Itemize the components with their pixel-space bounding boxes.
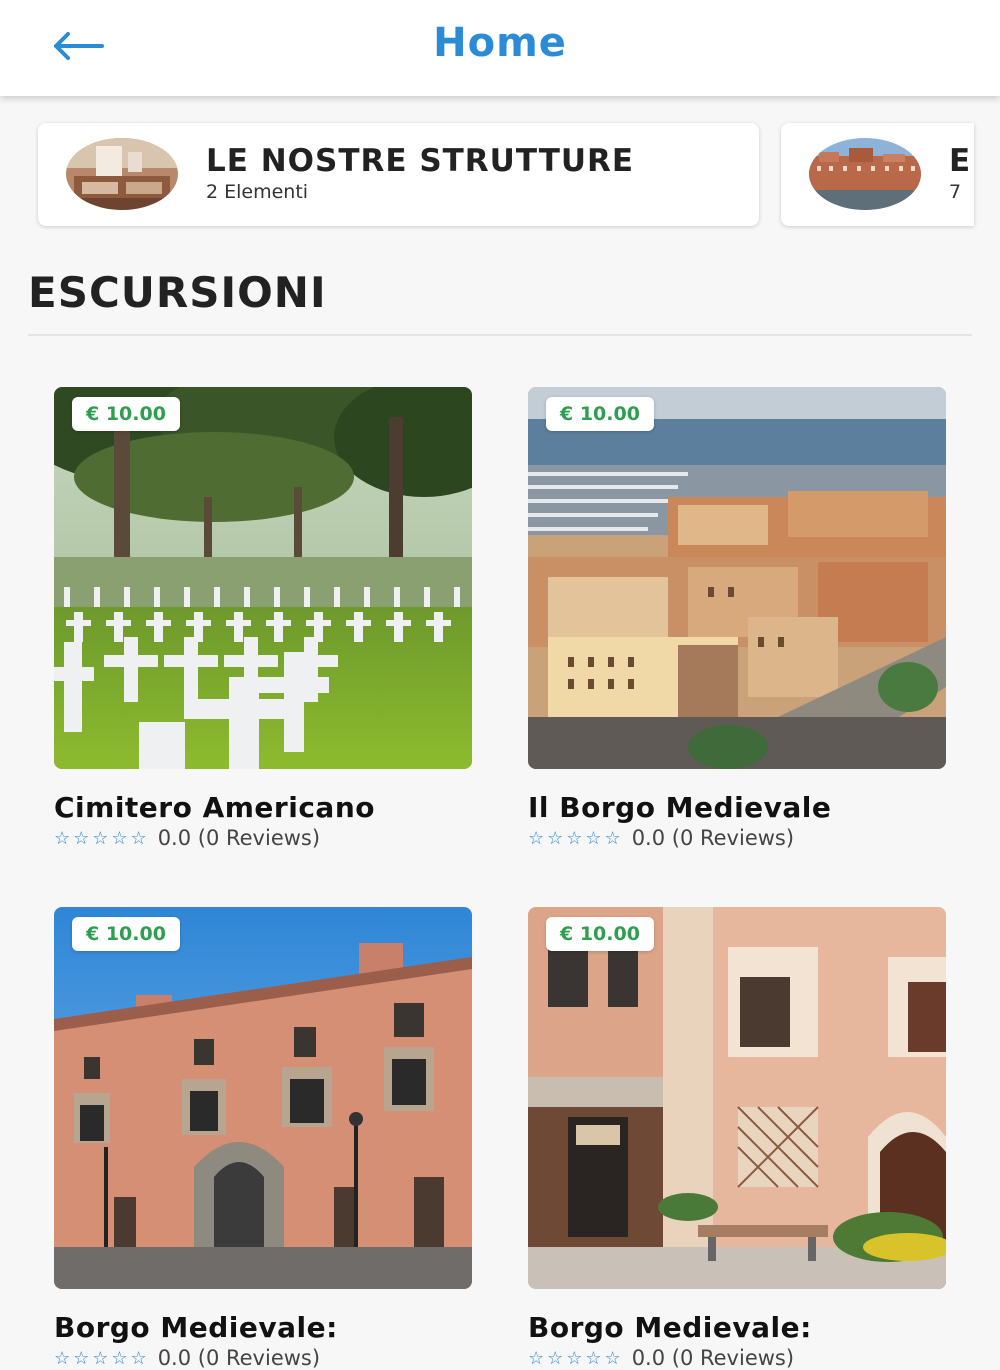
category-title: E: [949, 143, 972, 179]
price-badge: € 10.00: [546, 917, 654, 951]
tour-rating: ☆☆☆☆☆ 0.0 (0 Reviews): [54, 826, 472, 850]
price-badge: € 10.00: [72, 397, 180, 431]
section-divider: [28, 334, 972, 336]
star-rating-icon: ☆☆☆☆☆: [528, 1347, 624, 1369]
star-rating-icon: ☆☆☆☆☆: [528, 827, 624, 849]
tour-photo: € 10.00: [54, 907, 472, 1289]
rating-text: 0.0 (0 Reviews): [157, 1346, 321, 1370]
tour-name: Borgo Medievale:: [528, 1311, 812, 1344]
rating-text: 0.0 (0 Reviews): [631, 1346, 795, 1370]
category-thumbnail: [809, 138, 921, 210]
tour-photo: € 10.00: [528, 907, 946, 1289]
category-card-second[interactable]: E 7: [781, 123, 974, 226]
category-count: 2 Elementi: [206, 181, 309, 203]
tour-name: Borgo Medievale:: [54, 1311, 338, 1344]
tour-card[interactable]: € 10.00 Borgo Medievale: ☆☆☆☆☆ 0.0 (0 Re…: [528, 907, 946, 1370]
tour-photo: € 10.00: [54, 387, 472, 769]
tour-rating: ☆☆☆☆☆ 0.0 (0 Reviews): [54, 1346, 472, 1370]
tour-name: Il Borgo Medievale: [528, 791, 832, 824]
category-thumbnail: [66, 138, 178, 210]
tour-card[interactable]: € 10.00 Cimitero Americano ☆☆☆☆☆ 0.0 (0 …: [54, 387, 472, 850]
app-bar: Home: [0, 0, 1000, 96]
tour-rating: ☆☆☆☆☆ 0.0 (0 Reviews): [528, 1346, 946, 1370]
tour-name: Cimitero Americano: [54, 791, 375, 824]
star-rating-icon: ☆☆☆☆☆: [54, 827, 150, 849]
rating-text: 0.0 (0 Reviews): [631, 826, 795, 850]
category-card-strutture[interactable]: LE NOSTRE STRUTTURE 2 Elementi: [38, 123, 759, 226]
price-badge: € 10.00: [72, 917, 180, 951]
section-title: ESCURSIONI: [28, 268, 327, 317]
page-title: Home: [433, 20, 567, 66]
category-title: LE NOSTRE STRUTTURE: [206, 143, 635, 179]
category-count: 7: [949, 181, 962, 203]
tour-photo: € 10.00: [528, 387, 946, 769]
tour-rating: ☆☆☆☆☆ 0.0 (0 Reviews): [528, 826, 946, 850]
price-badge: € 10.00: [546, 397, 654, 431]
star-rating-icon: ☆☆☆☆☆: [54, 1347, 150, 1369]
rating-text: 0.0 (0 Reviews): [157, 826, 321, 850]
tour-card[interactable]: € 10.00 Il Borgo Medievale ☆☆☆☆☆ 0.0 (0 …: [528, 387, 946, 850]
tour-card[interactable]: € 10.00 Borgo Medievale: ☆☆☆☆☆ 0.0 (0 Re…: [54, 907, 472, 1370]
